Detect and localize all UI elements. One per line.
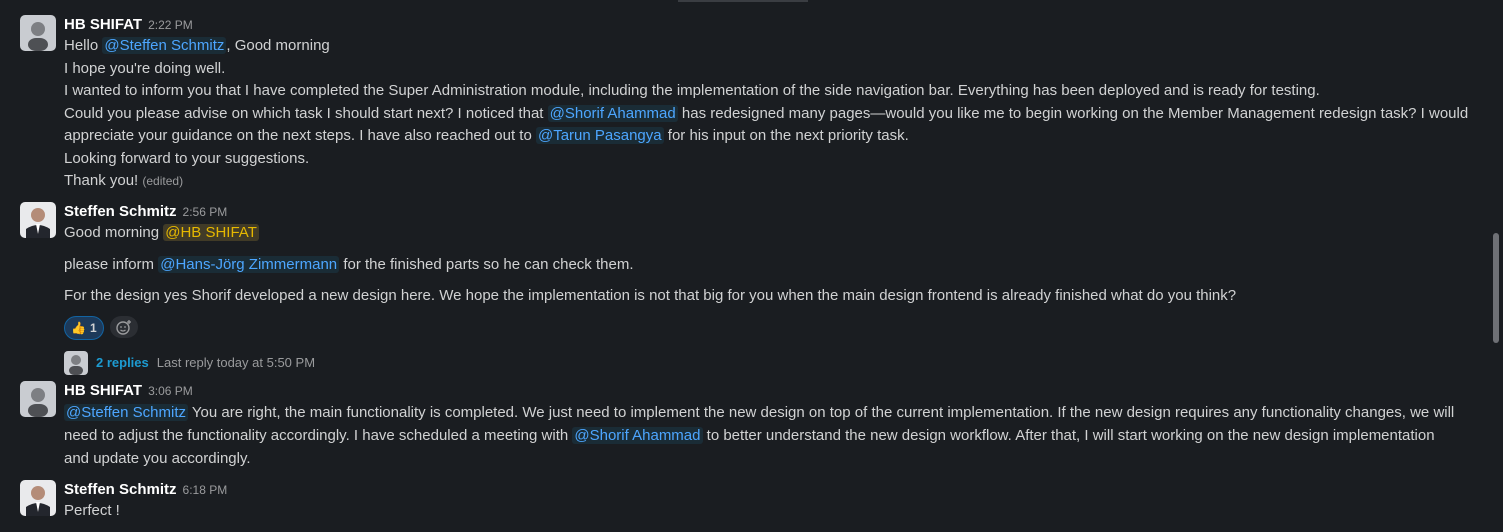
avatar[interactable]	[20, 15, 56, 51]
add-reaction-button[interactable]	[109, 315, 138, 338]
message-text: I wanted to inform you that I have compl…	[64, 82, 1320, 99]
mention[interactable]: @Shorif Ahammad	[572, 427, 703, 444]
message-text: For the design yes Shorif developed a ne…	[64, 287, 1237, 304]
mention[interactable]: @Steffen Schmitz	[64, 404, 188, 421]
author-name[interactable]: Steffen Schmitz	[64, 481, 177, 498]
avatar	[64, 350, 88, 375]
message-text: Looking forward to your suggestions.	[64, 149, 310, 167]
message-text: for his input on the next priority task.	[663, 127, 909, 144]
message-text: please inform	[64, 255, 159, 273]
top-divider	[678, 0, 808, 2]
scrollbar[interactable]	[1493, 233, 1499, 343]
message-text: Could you please advise on which task I …	[64, 104, 548, 122]
reaction-thumbsup[interactable]: 👍 1	[64, 315, 104, 340]
message-text: appreciate your guidance on the next ste…	[64, 127, 536, 144]
timestamp[interactable]: 6:18 PM	[183, 483, 228, 497]
timestamp[interactable]: 3:06 PM	[148, 384, 193, 398]
avatar[interactable]	[20, 381, 56, 417]
timestamp[interactable]: 2:56 PM	[183, 205, 228, 219]
mention[interactable]: @Steffen Schmitz	[102, 37, 227, 54]
mention[interactable]: @HB SHIFAT	[163, 224, 259, 241]
message-text: has redesigned many pages—would you like…	[677, 104, 1469, 122]
avatar[interactable]	[20, 480, 56, 516]
thumbs-up-icon: 👍	[71, 320, 86, 335]
message-text: for the finished parts so he can check t…	[339, 255, 634, 273]
author-name[interactable]: Steffen Schmitz	[64, 203, 177, 220]
author-name[interactable]: HB SHIFAT	[64, 382, 142, 399]
reaction-count: 1	[89, 320, 97, 335]
author-name[interactable]: HB SHIFAT	[64, 16, 142, 33]
add-emoji-icon	[115, 319, 131, 335]
edited-label: (edited)	[142, 174, 184, 188]
message-text: , Good morning	[226, 37, 330, 54]
last-reply-text: Last reply today at 5:50 PM	[156, 355, 316, 370]
mention[interactable]: @Tarun Pasangya	[535, 127, 664, 144]
timestamp[interactable]: 2:22 PM	[148, 18, 193, 32]
message-text: Good morning	[64, 224, 164, 241]
thread-summary[interactable]: 2 replies Last reply today at 5:50 PM	[64, 350, 1463, 376]
mention[interactable]: @Hans-Jörg Zimmermann	[158, 255, 340, 273]
avatar[interactable]	[20, 202, 56, 238]
message-text: I hope you're doing well.	[64, 59, 226, 77]
message-text: Perfect !	[64, 502, 120, 519]
message-text: Hello	[64, 37, 103, 54]
message-text: Thank you!	[64, 172, 139, 189]
replies-link[interactable]: 2 replies	[96, 355, 149, 370]
mention[interactable]: @Shorif Ahammad	[547, 104, 678, 122]
